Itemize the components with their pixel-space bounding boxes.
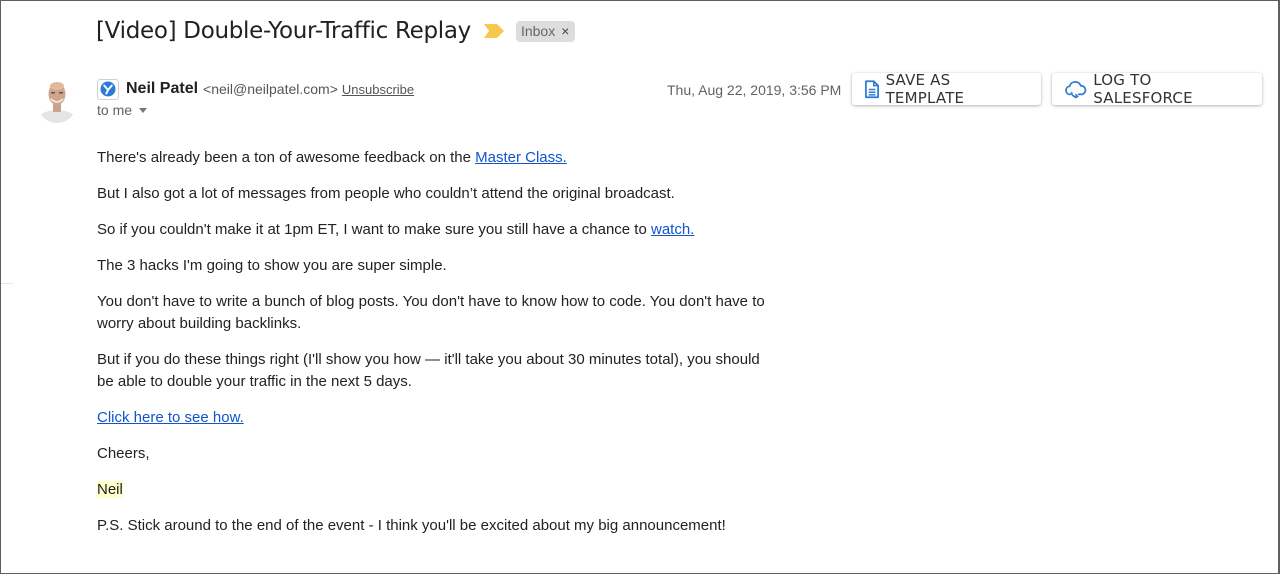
remove-label-icon[interactable]: × <box>561 23 569 39</box>
paragraph-text: So if you couldn't make it at 1pm ET, I … <box>97 221 651 238</box>
body-paragraph: You don't have to write a bunch of blog … <box>97 293 765 332</box>
postscript: P.S. Stick around to the end of the even… <box>97 517 726 534</box>
master-class-link[interactable]: Master Class. <box>475 149 567 166</box>
save-as-template-button[interactable]: SAVE AS TEMPLATE <box>852 71 1041 107</box>
email-subject: [Video] Double-Your-Traffic Replay <box>96 18 471 44</box>
signature-paragraph: Neil <box>97 479 787 501</box>
paragraph-text: There's already been a ton of awesome fe… <box>97 149 476 166</box>
log-to-salesforce-button[interactable]: LOG TO SALESFORCE <box>1052 71 1262 107</box>
click-here-link[interactable]: Click here to see how. <box>97 409 244 426</box>
recipient-details-toggle[interactable]: to me <box>97 102 148 118</box>
sender-row: Neil Patel <neil@neilpatel.com> Unsubscr… <box>97 78 414 100</box>
signature-text: Neil <box>97 481 123 498</box>
log-to-salesforce-label: LOG TO SALESFORCE <box>1093 71 1193 107</box>
watch-link[interactable]: watch. <box>651 221 694 238</box>
save-as-template-label: SAVE AS TEMPLATE <box>885 71 965 107</box>
sender-email: <neil@neilpatel.com> <box>203 81 338 97</box>
body-paragraph: But if you do these things right (I'll s… <box>97 351 760 390</box>
label-chip-inbox: Inbox × <box>515 20 576 42</box>
email-date: Thu, Aug 22, 2019, 3:56 PM <box>667 82 842 98</box>
body-paragraph: The 3 hacks I'm going to show you are su… <box>97 257 447 274</box>
label-chip-text: Inbox <box>520 23 556 39</box>
importance-marker-icon[interactable] <box>483 24 504 38</box>
sender-name[interactable]: Neil Patel <box>126 80 198 98</box>
divider <box>1 283 13 284</box>
caret-down-icon[interactable] <box>139 108 148 113</box>
subject-row: [Video] Double-Your-Traffic Replay Inbox… <box>96 14 576 48</box>
sender-logo-icon <box>97 78 119 100</box>
body-paragraph: But I also got a lot of messages from pe… <box>97 185 675 202</box>
recipient-text: to me <box>97 102 133 118</box>
body-paragraph: There's already been a ton of awesome fe… <box>97 147 787 169</box>
unsubscribe-link[interactable]: Unsubscribe <box>342 82 414 97</box>
document-icon <box>865 79 879 98</box>
closing-text: Cheers, <box>97 445 150 462</box>
cloud-sync-icon <box>1065 80 1087 98</box>
sender-avatar[interactable] <box>36 77 78 123</box>
body-paragraph: So if you couldn't make it at 1pm ET, I … <box>97 219 787 241</box>
body-paragraph: Click here to see how. <box>97 407 787 429</box>
email-body: There's already been a ton of awesome fe… <box>97 147 787 551</box>
